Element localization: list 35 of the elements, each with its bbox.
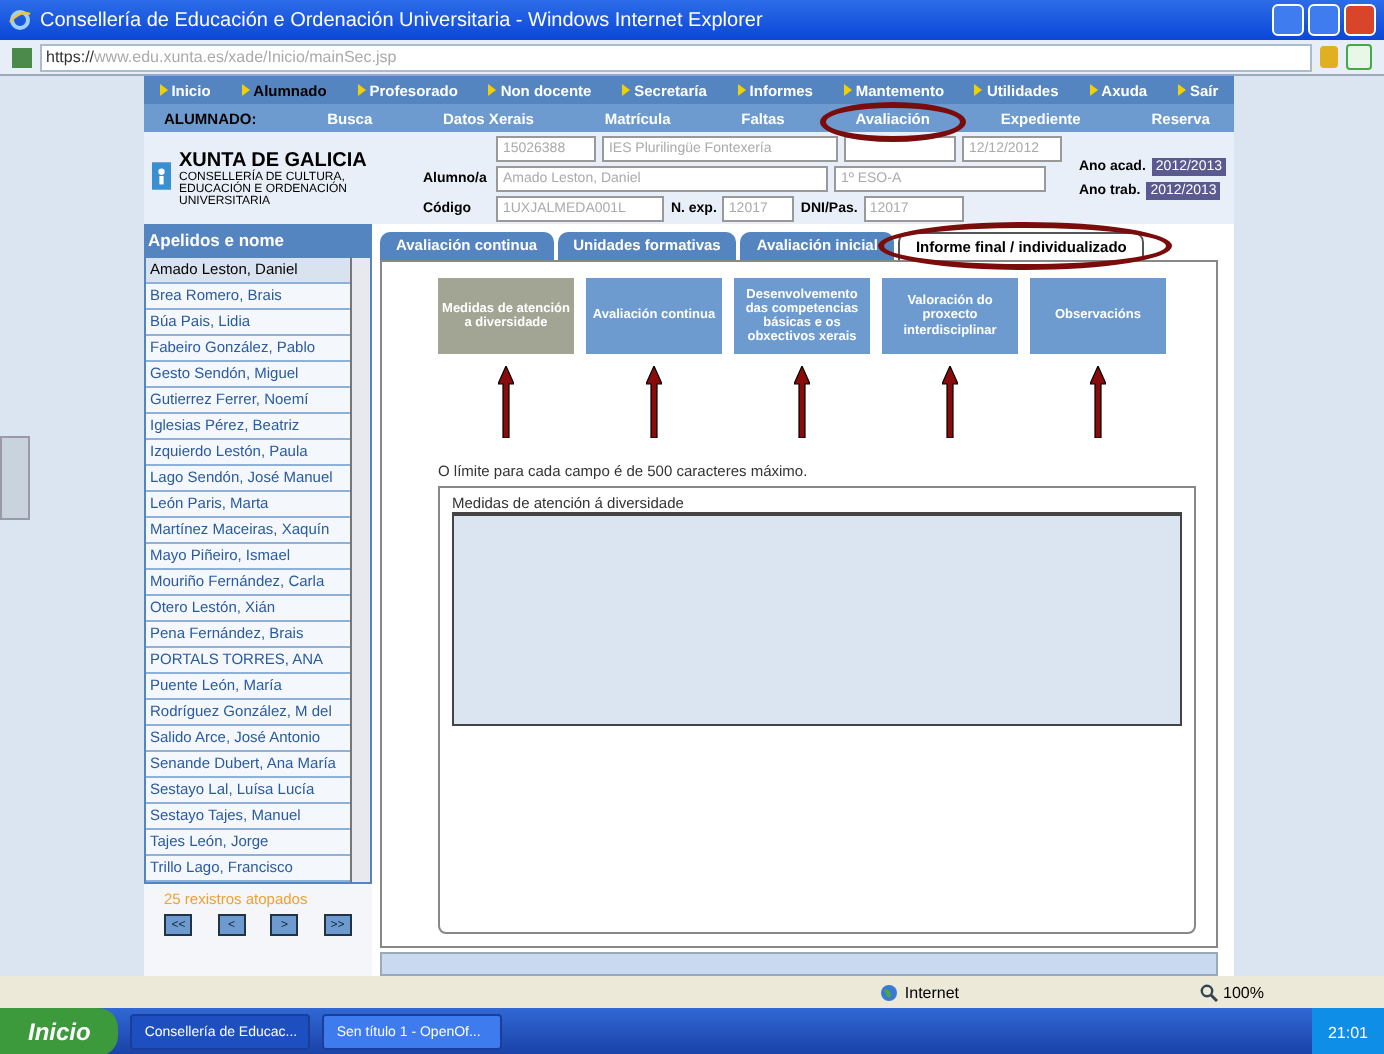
minimize-button[interactable] bbox=[1272, 4, 1304, 36]
close-button[interactable] bbox=[1344, 4, 1376, 36]
start-button[interactable]: Inicio bbox=[0, 1008, 119, 1054]
browser-icon bbox=[8, 8, 32, 32]
maximize-button[interactable] bbox=[1308, 4, 1340, 36]
bullet-icon bbox=[241, 84, 250, 96]
scrollbar[interactable] bbox=[350, 258, 370, 882]
logo-title: XUNTA DE GALICIA bbox=[179, 149, 369, 171]
text-area[interactable] bbox=[452, 512, 1182, 726]
window-title: Consellería de Educación e Ordenación Universitaria - Windows Internet Explorer bbox=[40, 9, 765, 31]
arrow-icon bbox=[794, 366, 810, 438]
bullet-icon bbox=[622, 84, 631, 96]
page-icon bbox=[12, 47, 32, 67]
zoom-control[interactable]: 100% bbox=[1223, 983, 1264, 1001]
bullet-icon bbox=[159, 84, 168, 96]
arrow-icon bbox=[942, 366, 958, 438]
bullet-icon bbox=[974, 84, 983, 96]
arrow-icon bbox=[498, 366, 514, 438]
globe-icon bbox=[880, 983, 899, 1001]
horizontal-scrollbar[interactable] bbox=[380, 952, 1218, 976]
bullet-icon bbox=[843, 84, 852, 96]
arrow-icon bbox=[646, 366, 662, 438]
address-field[interactable]: https://www.edu.xunta.es/xade/Inicio/mainSec.jsp bbox=[40, 43, 1312, 71]
bullet-icon bbox=[737, 84, 746, 96]
bullet-icon bbox=[1177, 84, 1186, 96]
list-heading: Apelidos e nome bbox=[144, 224, 372, 256]
bullet-icon bbox=[488, 84, 497, 96]
bullet-icon bbox=[1089, 84, 1098, 96]
lock-icon bbox=[1320, 46, 1338, 68]
zone-indicator: Internet bbox=[904, 983, 960, 1001]
arrow-icon bbox=[1090, 366, 1106, 438]
clock: 21:01 bbox=[1327, 1023, 1368, 1041]
zoom-icon bbox=[1199, 983, 1218, 1001]
bullet-icon bbox=[357, 84, 366, 96]
collapse-handle[interactable] bbox=[0, 436, 30, 520]
